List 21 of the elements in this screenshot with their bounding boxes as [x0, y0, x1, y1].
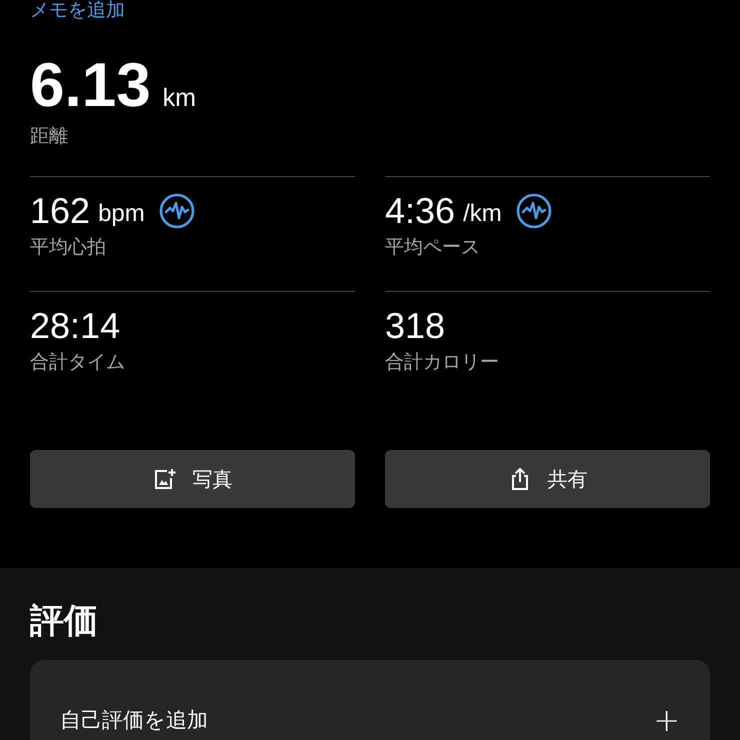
add-photo-icon	[152, 467, 176, 491]
add-memo-link[interactable]: メモを追加	[30, 0, 125, 20]
stat-label: 合計カロリー	[385, 350, 499, 374]
distance-unit: km	[162, 84, 196, 113]
stat-value: 4:36	[385, 190, 456, 232]
heartbeat-icon[interactable]	[158, 193, 195, 229]
heartbeat-icon[interactable]	[516, 193, 552, 229]
stat-unit: /km	[463, 200, 502, 228]
stat-label: 合計タイム	[30, 350, 125, 374]
section-title: 評価	[30, 600, 98, 642]
distance-value: 6.13	[30, 52, 151, 120]
stat-label: 平均心拍	[30, 235, 106, 259]
distance-label: 距離	[30, 124, 68, 148]
stat-value: 318	[385, 305, 446, 347]
add-photo-button[interactable]: 写真	[30, 450, 355, 508]
add-self-rating-row[interactable]: 自己評価を追加 +	[60, 660, 680, 734]
stat-value: 28:14	[30, 305, 120, 347]
stat-value: 162	[30, 190, 90, 232]
stat-unit: bpm	[98, 200, 145, 228]
stat-label: 平均ペース	[385, 235, 480, 259]
share-button[interactable]: 共有	[385, 450, 710, 508]
